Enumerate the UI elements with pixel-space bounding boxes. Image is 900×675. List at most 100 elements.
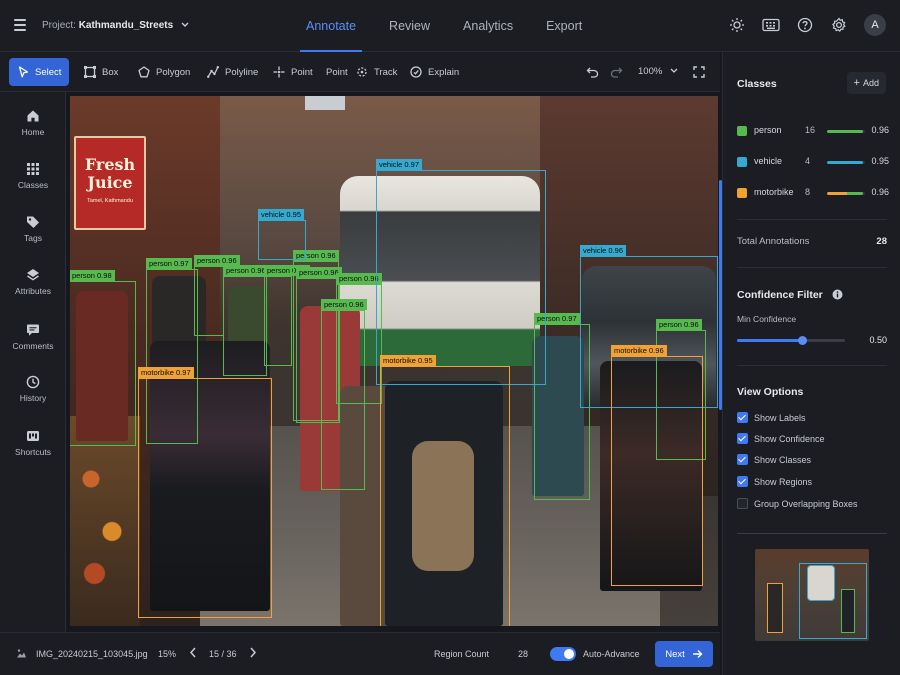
sidebar-item-classes[interactable]: Classes <box>0 162 66 190</box>
home-icon <box>27 110 39 122</box>
sidebar-label-classes: Classes <box>17 180 49 190</box>
slider-fill <box>737 339 802 342</box>
sidebar-item-history[interactable]: History <box>0 375 66 403</box>
auto-advance-label: Auto-Advance <box>583 649 640 659</box>
avatar[interactable]: A <box>864 14 886 36</box>
chevron-down-icon <box>670 68 678 73</box>
annotation-box[interactable]: person 0.96 <box>264 265 310 366</box>
checkbox[interactable] <box>737 476 748 488</box>
undo-icon <box>586 67 599 78</box>
annotation-box[interactable]: motorbike 0.97 <box>138 367 272 618</box>
region-count-value: 28 <box>518 649 529 659</box>
annotation-box[interactable]: motorbike 0.96 <box>611 345 703 586</box>
polygon-tool-button[interactable]: Polygon <box>138 58 190 86</box>
tab-export[interactable]: Export <box>546 0 582 52</box>
annotation-label: motorbike 0.97 <box>138 367 194 378</box>
next-button[interactable]: Next <box>655 641 713 667</box>
track-tool-button[interactable]: Track <box>356 58 397 86</box>
tab-annotate[interactable]: Annotate <box>299 0 363 52</box>
option-show-labels[interactable]: Show Labels <box>737 412 806 424</box>
image-zoom: 15% <box>158 649 177 659</box>
prev-image-button[interactable] <box>189 647 197 660</box>
auto-advance-toggle[interactable] <box>550 647 576 661</box>
checkbox[interactable] <box>737 412 748 424</box>
sidebar-item-shortcuts[interactable]: Shortcuts <box>0 429 66 457</box>
class-confidence: 0.95 <box>871 156 889 166</box>
min-confidence-slider[interactable] <box>737 336 845 345</box>
confidence-filter-label: Confidence Filter <box>737 289 823 301</box>
polygon-icon <box>138 66 150 78</box>
chevron-right-icon <box>250 647 257 658</box>
help-icon[interactable] <box>794 14 816 36</box>
plus-icon: + <box>853 77 860 89</box>
annotation-label: vehicle 0.95 <box>258 209 305 220</box>
annotation-canvas[interactable]: Fresh Juice Tamel, Kathmandu person 0.98… <box>70 96 718 626</box>
minimap-figure <box>767 583 783 633</box>
redo-button[interactable] <box>610 58 629 86</box>
checkbox[interactable] <box>737 498 748 510</box>
minimap-thumbnail[interactable] <box>755 549 869 641</box>
next-image-button[interactable] <box>249 647 257 660</box>
gear-icon[interactable] <box>828 14 850 36</box>
annotation-toolbar: Select Box Polygon Polyline Point Point … <box>0 52 720 92</box>
main-tabs: Annotate Review Analytics Export <box>299 0 615 52</box>
annotation-box[interactable]: vehicle 0.97 <box>376 159 546 385</box>
annotation-label: person 0.96 <box>296 267 342 278</box>
sidebar-item-attributes[interactable]: Attributes <box>0 268 66 296</box>
point-tool-secondary-label: Point <box>326 66 348 78</box>
explain-tool-button[interactable]: Explain <box>410 58 459 86</box>
option-show-confidence[interactable]: Show Confidence <box>737 433 825 445</box>
right-panel: Classes + Add person 16 0.96 vehicle 4 0.… <box>722 52 900 675</box>
annotation-box[interactable]: person 0.98 <box>70 270 136 446</box>
class-row-vehicle[interactable]: vehicle 4 0.95 <box>737 155 889 169</box>
menu-icon[interactable] <box>14 19 26 31</box>
sidebar-item-tags[interactable]: Tags <box>0 215 66 243</box>
point-tool-button[interactable]: Point <box>273 58 313 86</box>
tab-review[interactable]: Review <box>389 0 430 52</box>
class-confidence-fill <box>827 161 864 164</box>
juice-shop-sign: Fresh Juice Tamel, Kathmandu <box>74 136 146 230</box>
sun-icon[interactable] <box>726 14 748 36</box>
add-class-button[interactable]: + Add <box>846 72 886 94</box>
annotation-label: person 0.96 <box>223 265 269 276</box>
polyline-tool-button[interactable]: Polyline <box>207 58 258 86</box>
class-row-person[interactable]: person 16 0.96 <box>737 124 889 138</box>
sidebar-item-home[interactable]: Home <box>0 109 66 137</box>
slider-handle[interactable] <box>797 336 807 345</box>
annotation-box[interactable]: vehicle 0.95 <box>258 209 306 260</box>
track-icon <box>357 67 367 77</box>
sign-line-1: Fresh <box>84 155 136 174</box>
min-confidence-value: 0.50 <box>869 335 887 345</box>
class-count: 16 <box>805 125 816 135</box>
point-tool-secondary-button[interactable]: Point <box>326 58 348 86</box>
zoom-selector[interactable]: 100% <box>638 58 678 86</box>
info-icon[interactable] <box>832 289 843 300</box>
fruit-stall <box>70 416 140 626</box>
tab-analytics[interactable]: Analytics <box>463 0 513 52</box>
comment-icon <box>27 324 39 336</box>
annotation-label: motorbike 0.95 <box>380 355 436 366</box>
keyboard-icon[interactable] <box>760 14 782 36</box>
annotation-box[interactable]: person 0.96 <box>194 255 240 336</box>
checkbox[interactable] <box>737 433 748 445</box>
option-group-overlapping[interactable]: Group Overlapping Boxes <box>737 498 858 510</box>
option-show-regions[interactable]: Show Regions <box>737 476 812 488</box>
project-selector[interactable]: Project: Kathmandu_Streets <box>42 20 189 31</box>
annotation-box[interactable]: person 0.96 <box>321 299 367 490</box>
image-filename: IMG_20240215_103045.jpg <box>36 649 148 659</box>
option-show-classes[interactable]: Show Classes <box>737 454 811 466</box>
select-tool-button[interactable]: Select <box>9 58 70 86</box>
annotation-box[interactable]: person 0.96 <box>223 265 269 376</box>
class-name: person <box>754 125 782 135</box>
checkbox[interactable] <box>737 454 748 466</box>
minimap-figure <box>841 589 855 633</box>
class-row-motorbike[interactable]: motorbike 8 0.96 <box>737 186 889 200</box>
box-tool-button[interactable]: Box <box>84 58 118 86</box>
fullscreen-icon <box>693 66 705 78</box>
annotation-box[interactable]: motorbike 0.95 <box>380 355 510 626</box>
fullscreen-button[interactable] <box>693 58 711 86</box>
image-icon <box>17 649 26 658</box>
sidebar-item-comments[interactable]: Comments <box>0 323 66 351</box>
undo-button[interactable] <box>586 58 605 86</box>
select-tool-label: Select <box>35 66 62 78</box>
